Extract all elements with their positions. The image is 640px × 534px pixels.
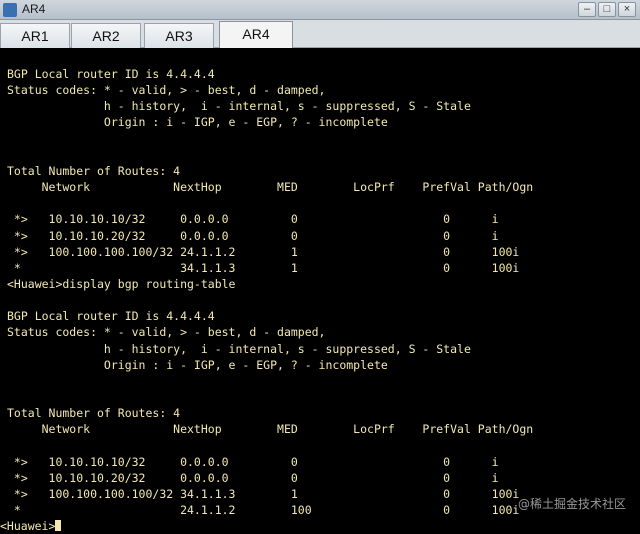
- title-bar: AR4 – □ ×: [0, 0, 640, 20]
- terminal-line: BGP Local router ID is 4.4.4.4: [7, 67, 215, 81]
- terminal-line: h - history, i - internal, s - suppresse…: [7, 99, 471, 114]
- tab-ar2[interactable]: AR2: [71, 23, 141, 48]
- terminal-line: Status codes: * - valid, > - best, d - d…: [7, 83, 326, 98]
- close-icon[interactable]: ×: [618, 2, 636, 17]
- minimize-icon[interactable]: –: [578, 2, 596, 17]
- terminal-line: *> 10.10.10.10/32 0.0.0.0 0 0 i: [7, 454, 499, 469]
- terminal-line: Origin : i - IGP, e - EGP, ? - incomplet…: [7, 357, 388, 372]
- terminal-line: Status codes: * - valid, > - best, d - d…: [7, 325, 326, 340]
- terminal-line: <Huawei>display bgp routing-table: [7, 276, 236, 291]
- app-icon: [3, 3, 17, 17]
- terminal-line: *> 10.10.10.20/32 0.0.0.0 0 0 i: [7, 470, 499, 485]
- terminal-line: *> 100.100.100.100/32 24.1.1.2 1 0 100i: [7, 244, 520, 259]
- command-prompt[interactable]: <Huawei>: [0, 518, 62, 534]
- terminal-line: * 24.1.1.2 100 0 100i: [7, 503, 520, 518]
- terminal-line: *> 10.10.10.10/32 0.0.0.0 0 0 i: [7, 212, 499, 227]
- terminal-line: Network NextHop MED LocPrf PrefVal Path/…: [7, 422, 534, 437]
- terminal-line: Total Number of Routes: 4: [7, 406, 181, 421]
- terminal-line: Network NextHop MED LocPrf PrefVal Path/…: [7, 180, 534, 195]
- watermark: @稀土掘金技术社区: [517, 497, 626, 511]
- window-title: AR4: [22, 2, 46, 16]
- terminal-line: BGP Local router ID is 4.4.4.4: [7, 309, 215, 324]
- terminal-line: Origin : i - IGP, e - EGP, ? - incomplet…: [7, 115, 388, 130]
- prompt-text: <Huawei>: [0, 519, 56, 534]
- terminal-line: *> 10.10.10.20/32 0.0.0.0 0 0 i: [7, 228, 499, 243]
- terminal-line: h - history, i - internal, s - suppresse…: [7, 341, 471, 356]
- tab-ar3[interactable]: AR3: [144, 23, 214, 48]
- maximize-icon[interactable]: □: [598, 2, 616, 17]
- terminal-output[interactable]: BGP Local router ID is 4.4.4.4 Status cod…: [0, 48, 640, 533]
- terminal-line: Total Number of Routes: 4: [7, 163, 181, 178]
- tab-ar4[interactable]: AR4: [219, 21, 293, 49]
- terminal-line: * 34.1.1.3 1 0 100i: [7, 260, 520, 275]
- tab-bar: AR1 AR2 AR3 AR4: [0, 20, 640, 49]
- terminal-line: *> 100.100.100.100/32 34.1.1.3 1 0 100i: [7, 486, 520, 501]
- tab-ar1[interactable]: AR1: [0, 23, 70, 48]
